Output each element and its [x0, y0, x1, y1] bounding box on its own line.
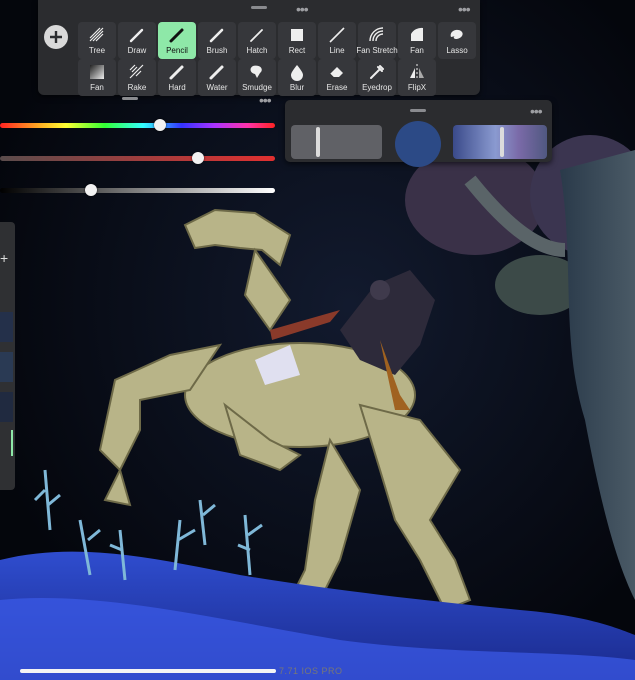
hue-slider-knob[interactable] — [153, 119, 166, 131]
toolbar-drag-handle[interactable] — [251, 6, 267, 9]
fan-gradient-icon — [90, 65, 104, 79]
opacity-slider[interactable] — [291, 125, 382, 159]
lasso-brush-icon — [450, 29, 463, 39]
tree-brush-icon — [89, 27, 104, 42]
brush-toolbar: ••• ••• Tree Draw Pencil Brush Hatch Rect Line… — [38, 0, 480, 96]
layer-thumbnail[interactable] — [0, 352, 13, 382]
current-color-swatch[interactable] — [395, 121, 441, 167]
tool-rake-button[interactable]: Rake — [118, 59, 156, 96]
tool-erase-button[interactable]: Erase — [318, 59, 356, 96]
hard-brush-icon — [169, 65, 184, 80]
tool-smudge-button[interactable]: Smudge — [238, 59, 276, 96]
draw-brush-icon — [129, 28, 144, 43]
color-preview-panel: ••• — [285, 100, 552, 167]
tool-hatch-button[interactable]: Hatch — [238, 22, 276, 59]
rect-brush-icon — [291, 29, 303, 41]
water-brush-icon — [209, 65, 224, 80]
toolbar-center-menu-icon[interactable]: ••• — [296, 2, 309, 16]
tool-label: Smudge — [242, 83, 272, 92]
version-label: 7.71 IOS PRO — [279, 666, 343, 676]
tool-brush-button[interactable]: Brush — [198, 22, 236, 59]
tool-flipx-button[interactable]: FlipX — [398, 59, 436, 96]
add-brush-button[interactable] — [44, 25, 68, 49]
tool-label: Rake — [127, 83, 147, 92]
hue-slider[interactable] — [0, 123, 275, 128]
tool-label: Rect — [288, 46, 306, 55]
tool-line-button[interactable]: Line — [318, 22, 356, 59]
blur-icon — [291, 65, 303, 81]
tool-label: FlipX — [407, 83, 427, 92]
fan-brush-icon — [411, 27, 423, 41]
tool-label: Hard — [168, 83, 186, 92]
slider-panel-drag-handle[interactable] — [122, 97, 138, 100]
brush-icon — [209, 28, 224, 43]
eraser-icon — [329, 67, 343, 79]
preview-drag-handle[interactable] — [410, 109, 426, 112]
tool-label: Water — [206, 83, 228, 92]
smudge-icon — [250, 65, 262, 78]
tool-lasso-button[interactable]: Lasso — [438, 22, 476, 59]
saturation-slider[interactable] — [0, 156, 275, 161]
layers-add-icon[interactable]: + — [0, 250, 8, 266]
tool-label: Draw — [127, 46, 147, 55]
tool-label: Fan — [90, 83, 104, 92]
tool-fan-button[interactable]: Fan — [398, 22, 436, 59]
tool-label: Eyedrop — [362, 83, 392, 92]
tool-label: Lasso — [446, 46, 468, 55]
plus-icon — [50, 31, 62, 43]
color-slider-panel: ••• — [0, 93, 281, 205]
rake-brush-icon — [129, 64, 144, 79]
tool-label: Brush — [206, 46, 228, 55]
line-brush-icon — [329, 27, 345, 43]
tool-label: Tree — [88, 46, 106, 55]
layer-thumbnail[interactable] — [0, 312, 13, 342]
opacity-slider-thumb[interactable] — [316, 127, 321, 157]
tool-water-button[interactable]: Water — [198, 59, 236, 96]
texture-slider[interactable] — [453, 125, 547, 159]
tool-label: Line — [329, 46, 345, 55]
tool-rect-button[interactable]: Rect — [278, 22, 316, 59]
tool-tree-button[interactable]: Tree — [78, 22, 116, 59]
tool-fan-stretch-button[interactable]: Fan Stretch — [356, 22, 398, 59]
texture-slider-thumb[interactable] — [499, 127, 504, 157]
pencil-brush-icon — [169, 28, 184, 43]
tool-label: Fan Stretch — [356, 46, 398, 55]
layer-thumbnail[interactable] — [0, 392, 13, 422]
brightness-slider-knob[interactable] — [84, 184, 97, 196]
tool-blur-button[interactable]: Blur — [278, 59, 316, 96]
tool-label: Pencil — [166, 46, 188, 55]
saturation-slider-knob[interactable] — [192, 152, 204, 164]
tool-label: Hatch — [246, 46, 268, 55]
fan-stretch-brush-icon — [369, 27, 384, 42]
tool-label: Blur — [289, 83, 305, 92]
tool-draw-button[interactable]: Draw — [118, 22, 156, 59]
flip-x-icon — [410, 64, 424, 80]
tool-label: Erase — [326, 83, 348, 92]
tool-hard-button[interactable]: Hard — [158, 59, 196, 96]
home-indicator[interactable] — [20, 669, 276, 673]
tool-eyedrop-button[interactable]: Eyedrop — [358, 59, 396, 96]
tool-fan-button[interactable]: Fan — [78, 59, 116, 96]
eyedropper-icon — [370, 65, 384, 79]
tool-label: Fan — [410, 46, 424, 55]
toolbar-menu-icon[interactable]: ••• — [458, 2, 471, 16]
layers-panel-collapsed[interactable]: + — [0, 222, 15, 490]
hatch-brush-icon — [250, 29, 263, 42]
tool-pencil-button[interactable]: Pencil — [158, 22, 196, 59]
preview-menu-icon[interactable]: ••• — [530, 104, 543, 118]
layer-opacity-bar[interactable] — [11, 430, 13, 456]
slider-panel-menu-icon[interactable]: ••• — [259, 93, 272, 107]
brightness-slider[interactable] — [0, 188, 275, 193]
